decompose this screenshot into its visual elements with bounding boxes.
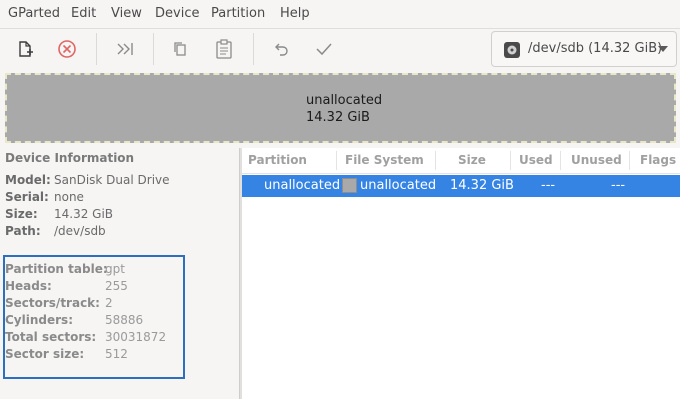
cell-unused: --- bbox=[611, 178, 626, 193]
column-header-partition[interactable]: Partition bbox=[248, 153, 307, 167]
cell-partition: unallocated bbox=[264, 178, 341, 193]
geo-value: 58886 bbox=[105, 313, 144, 327]
device-info-title: Device Information bbox=[5, 151, 135, 165]
partition-visual-map[interactable]: unallocated 14.32 GiB bbox=[5, 73, 676, 143]
geo-key: Sector size: bbox=[5, 347, 85, 361]
menu-bar: GParted Edit View Device Partition Help bbox=[0, 0, 680, 28]
menu-device[interactable]: Device bbox=[155, 6, 199, 21]
geo-key: Heads: bbox=[5, 279, 52, 293]
cell-size: 14.32 GiB bbox=[450, 178, 514, 193]
table-row[interactable]: unallocated unallocated 14.32 GiB --- --… bbox=[242, 175, 680, 197]
visual-map-size: 14.32 GiB bbox=[306, 110, 370, 125]
info-value: SanDisk Dual Drive bbox=[54, 173, 170, 187]
column-header-flags[interactable]: Flags bbox=[640, 153, 676, 167]
column-header-used[interactable]: Used bbox=[519, 153, 553, 167]
info-key: Path: bbox=[5, 224, 41, 238]
toolbar: /dev/sdb (14.32 GiB) bbox=[0, 29, 680, 69]
geo-value: 30031872 bbox=[105, 330, 167, 344]
copy-icon bbox=[174, 42, 186, 56]
column-header-size[interactable]: Size bbox=[458, 153, 486, 167]
menu-partition[interactable]: Partition bbox=[211, 6, 265, 21]
resize-move-icon bbox=[117, 43, 133, 55]
column-separator bbox=[435, 151, 436, 170]
column-separator bbox=[510, 151, 511, 170]
column-header-unused[interactable]: Unused bbox=[571, 153, 622, 167]
chevron-down-icon bbox=[658, 46, 668, 52]
delete-icon bbox=[58, 40, 76, 58]
apply-icon bbox=[316, 43, 332, 56]
toolbar-separator bbox=[153, 33, 154, 65]
device-info-panel: Device Information Model: SanDisk Dual D… bbox=[0, 148, 239, 399]
delete-partition-button[interactable] bbox=[53, 36, 81, 62]
info-key: Model: bbox=[5, 173, 51, 187]
geo-key: Cylinders: bbox=[5, 313, 73, 327]
column-header-file-system[interactable]: File System bbox=[345, 153, 424, 167]
apply-button[interactable] bbox=[310, 36, 338, 62]
new-icon bbox=[19, 41, 33, 57]
menu-view[interactable]: View bbox=[111, 6, 142, 21]
cell-used: --- bbox=[541, 178, 556, 193]
toolbar-separator bbox=[253, 33, 254, 65]
geo-value: 512 bbox=[105, 347, 128, 361]
column-separator bbox=[336, 151, 337, 170]
disk-icon bbox=[504, 42, 520, 58]
menu-edit[interactable]: Edit bbox=[71, 6, 96, 21]
resize-move-button[interactable] bbox=[111, 36, 139, 62]
geo-key: Sectors/track: bbox=[5, 296, 100, 310]
partition-list-header: Partition File System Size Used Unused F… bbox=[242, 148, 680, 174]
visual-map-label: unallocated bbox=[306, 93, 383, 108]
paste-button[interactable] bbox=[210, 36, 238, 62]
filesystem-color-swatch bbox=[342, 178, 357, 193]
paste-icon bbox=[216, 39, 232, 59]
geo-key: Partition table: bbox=[5, 262, 108, 276]
info-key: Size: bbox=[5, 207, 38, 221]
geo-value: 255 bbox=[105, 279, 128, 293]
copy-button[interactable] bbox=[166, 36, 194, 62]
toolbar-separator bbox=[96, 33, 97, 65]
menu-gparted[interactable]: GParted bbox=[8, 6, 60, 21]
new-partition-button[interactable] bbox=[11, 36, 39, 62]
geo-value: 2 bbox=[105, 296, 113, 310]
cell-file-system: unallocated bbox=[360, 178, 437, 193]
column-separator bbox=[629, 151, 630, 170]
column-separator bbox=[560, 151, 561, 170]
info-value: none bbox=[54, 190, 84, 204]
info-key: Serial: bbox=[5, 190, 49, 204]
partition-list: Partition File System Size Used Unused F… bbox=[242, 148, 680, 399]
undo-icon bbox=[275, 43, 288, 56]
device-selector[interactable]: /dev/sdb (14.32 GiB) bbox=[491, 31, 677, 67]
menu-help[interactable]: Help bbox=[280, 6, 310, 21]
undo-button[interactable] bbox=[268, 36, 296, 62]
geo-key: Total sectors: bbox=[5, 330, 97, 344]
device-selector-label: /dev/sdb (14.32 GiB) bbox=[528, 41, 663, 56]
info-value: /dev/sdb bbox=[54, 224, 106, 238]
info-value: 14.32 GiB bbox=[54, 207, 114, 221]
geo-value: gpt bbox=[105, 262, 125, 276]
